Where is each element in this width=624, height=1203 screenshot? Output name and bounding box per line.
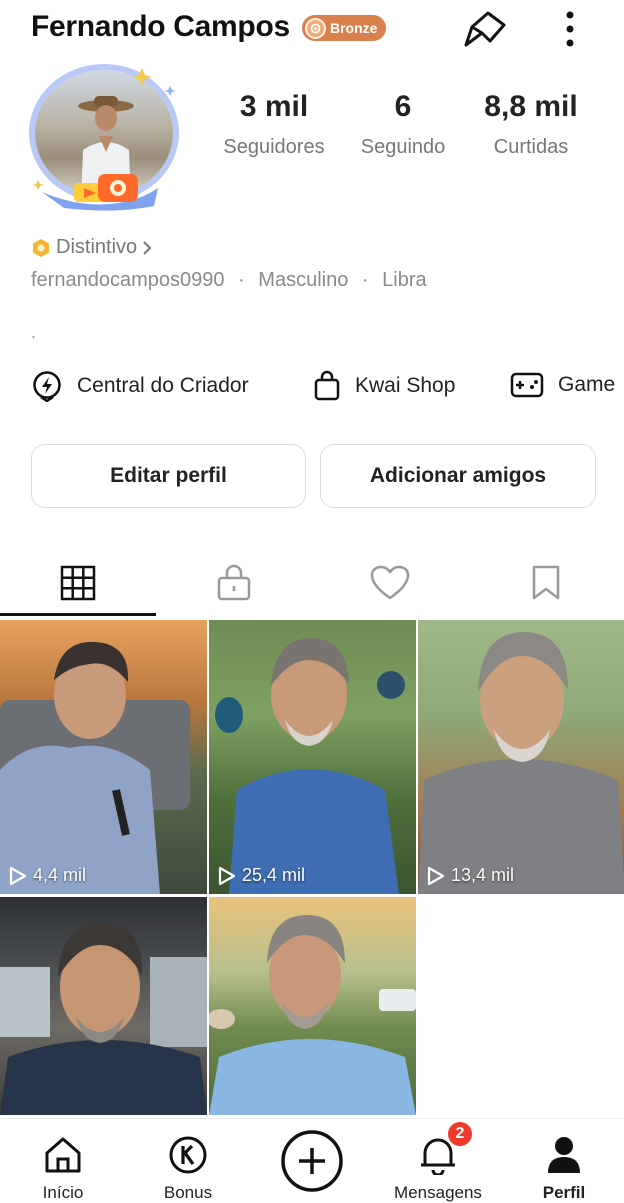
avatar[interactable]: [24, 62, 184, 212]
following-count: 6: [394, 90, 412, 123]
nav-messages[interactable]: Mensagens: [383, 1119, 493, 1203]
stat-following[interactable]: 6 Seguindo: [352, 90, 454, 159]
play-icon: [218, 866, 236, 885]
lightning-icon: [33, 371, 61, 402]
view-count-label: 4,4 mil: [33, 865, 87, 885]
home-icon: [45, 1137, 81, 1173]
play-icon: [9, 866, 27, 885]
messages-notification-badge: 2: [446, 1120, 474, 1148]
view-count-label: 13,4 mil: [451, 865, 515, 885]
nav-home[interactable]: Início: [8, 1119, 118, 1203]
nav-home-label: Início: [42, 1183, 84, 1202]
tab-liked[interactable]: [312, 552, 468, 614]
shopping-bag-icon: [314, 370, 340, 401]
bookmark-icon: [532, 565, 560, 600]
view-count-label: 25,4 mil: [242, 865, 306, 885]
nav-profile[interactable]: Perfil: [509, 1119, 619, 1203]
distintivo-link[interactable]: Distintivo: [31, 236, 152, 259]
view-count: 25,4 mil: [218, 865, 305, 886]
stat-followers[interactable]: 3 mil Seguidores: [214, 90, 334, 159]
followers-count: 3 mil: [239, 90, 309, 123]
nav-bonus-label: Bonus: [163, 1183, 213, 1202]
bronze-badge-label: Bronze: [330, 20, 378, 36]
add-friends-button[interactable]: Adicionar amigos: [320, 444, 596, 508]
badge-hex-icon: [33, 238, 49, 257]
followers-label: Seguidores: [223, 136, 325, 158]
profile-name: Fernando Campos: [31, 10, 290, 43]
bronze-badge[interactable]: Bronze: [302, 15, 387, 41]
more-vertical-icon: [566, 11, 574, 47]
video-thumbnail[interactable]: 25,4 mil: [209, 620, 416, 894]
quick-link-kwai-shop[interactable]: Kwai Shop: [313, 370, 455, 402]
video-thumbnail[interactable]: 4,4 mil: [0, 620, 207, 894]
quick-link-creator-center[interactable]: Central do Criador: [31, 370, 249, 402]
profile-icon: [548, 1137, 580, 1173]
add-icon: [281, 1130, 343, 1192]
following-label: Seguindo: [360, 136, 446, 158]
profile-header: Fernando Campos Bronze: [0, 0, 624, 62]
likes-count: 8,8 mil: [484, 90, 578, 123]
video-person-image: [0, 923, 207, 1115]
view-count: 4,4 mil: [9, 865, 86, 886]
tab-private[interactable]: [156, 552, 312, 614]
share-icon: [464, 11, 506, 47]
gamepad-icon: [510, 372, 544, 398]
nav-bonus[interactable]: Bonus: [133, 1119, 243, 1203]
video-thumbnail[interactable]: 13,4 mil: [418, 620, 624, 894]
quick-link-label: Kwai Shop: [355, 374, 456, 397]
profile-bio: .: [31, 322, 37, 342]
likes-label: Curtidas: [493, 136, 569, 158]
video-person-image: [209, 915, 416, 1115]
meta-separator: ·: [361, 269, 369, 291]
grid-icon: [60, 565, 96, 601]
stat-likes[interactable]: 8,8 mil Curtidas: [472, 90, 590, 159]
quick-link-game[interactable]: Game: [510, 370, 615, 400]
medal-icon: [305, 17, 326, 39]
distintivo-label: Distintivo: [56, 236, 138, 258]
share-button[interactable]: [460, 6, 510, 52]
nav-profile-label: Perfil: [542, 1183, 586, 1202]
heart-icon: [370, 565, 410, 600]
nav-messages-label: Mensagens: [394, 1183, 482, 1202]
lock-icon: [217, 564, 251, 601]
profile-handle: fernandocampos0990: [31, 269, 225, 291]
quick-link-label: Game: [558, 373, 616, 396]
profile-sign: Libra: [382, 269, 427, 291]
content-tabs: [0, 552, 624, 620]
more-options-button[interactable]: [552, 6, 588, 52]
video-person-image: [0, 641, 190, 894]
video-thumbnail[interactable]: [0, 897, 207, 1115]
chevron-right-icon: [143, 240, 152, 255]
video-person-image: [418, 632, 624, 894]
meta-separator: ·: [238, 269, 245, 291]
tab-posts[interactable]: [0, 552, 156, 614]
profile-gender: Masculino: [258, 269, 349, 291]
view-count: 13,4 mil: [427, 865, 514, 886]
avatar-decoration: [32, 68, 176, 211]
nav-create[interactable]: [257, 1119, 367, 1203]
kwai-coin-icon: [169, 1136, 207, 1174]
video-person-image: [215, 638, 405, 894]
tab-saved[interactable]: [468, 552, 624, 614]
play-icon: [427, 866, 445, 885]
profile-meta: fernandocampos0990 · Masculino · Libra: [31, 269, 427, 292]
video-thumbnail[interactable]: [209, 897, 416, 1115]
active-tab-indicator: [0, 613, 156, 616]
quick-link-label: Central do Criador: [77, 374, 249, 397]
edit-profile-button[interactable]: Editar perfil: [31, 444, 306, 508]
bottom-nav: Início Bonus Mensagens Perfil: [0, 1118, 624, 1203]
quick-links: Central do Criador Kwai Shop Game: [0, 370, 624, 414]
